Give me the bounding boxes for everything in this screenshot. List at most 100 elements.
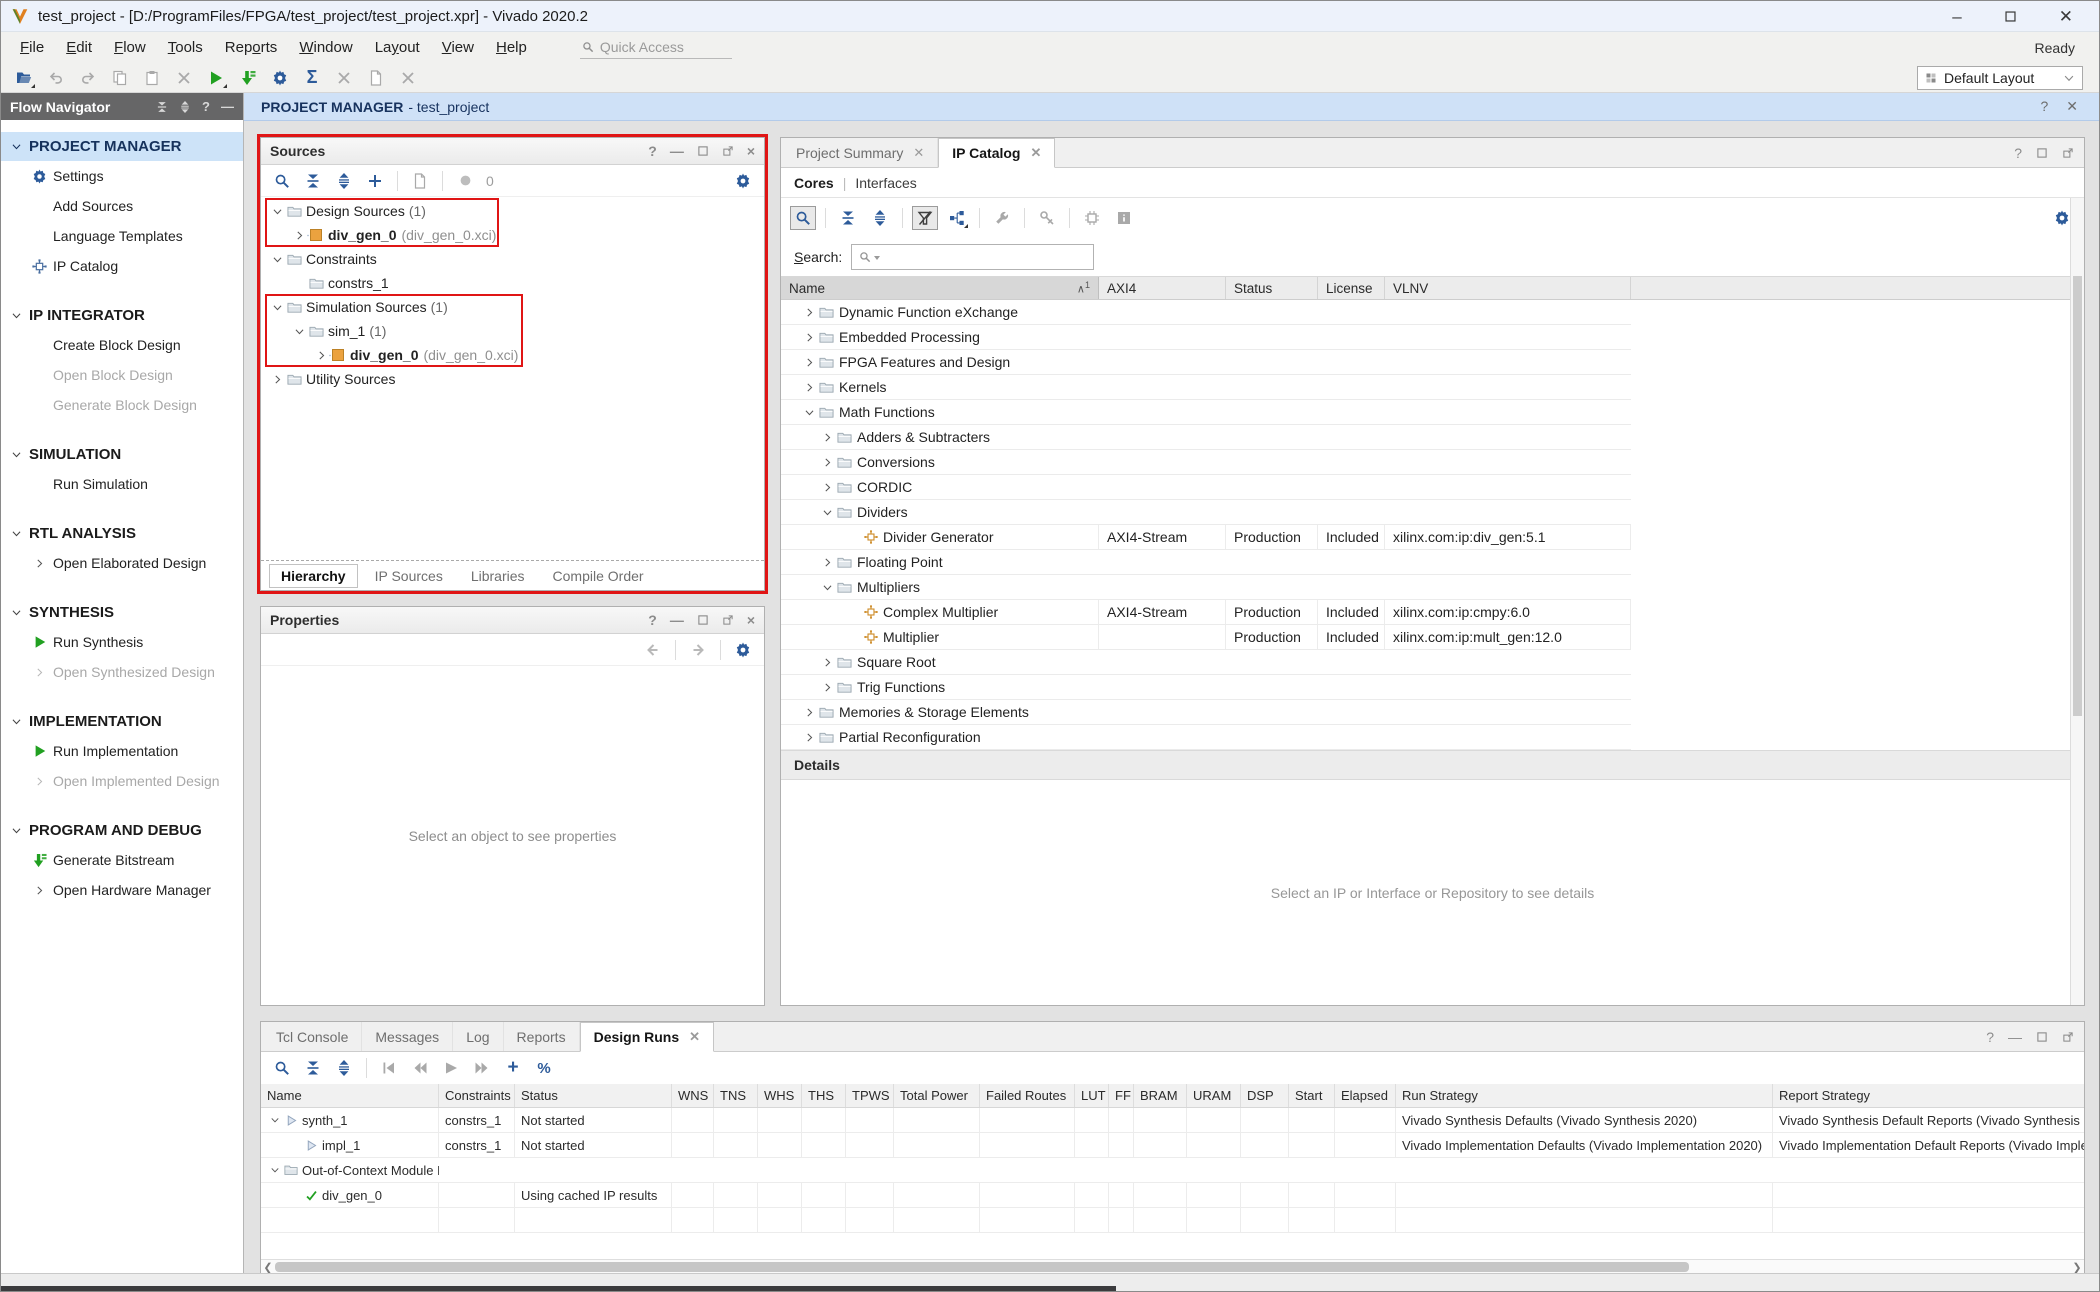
minimize-icon[interactable]: — [2008,1029,2022,1045]
sidebar-section-program-and-debug[interactable]: PROGRAM AND DEBUG [1,816,243,845]
chevron-right-icon[interactable] [291,228,307,242]
column-header-failed-routes[interactable]: Failed Routes [980,1084,1075,1107]
search-button[interactable] [270,170,294,192]
minimize-icon[interactable]: — [670,612,684,628]
paste-button[interactable] [139,66,165,90]
column-header-ths[interactable]: THS [802,1084,846,1107]
close-icon[interactable]: × [747,612,755,628]
menu-flow[interactable]: Flow [103,39,157,56]
sidebar-item-run-implementation[interactable]: Run Implementation [1,736,243,766]
maximize-icon[interactable] [2036,147,2048,159]
column-header-bram[interactable]: BRAM [1134,1084,1187,1107]
help-icon[interactable]: ? [648,143,657,159]
scroll-left-icon[interactable]: ❮ [261,1261,275,1274]
chevron-down-icon[interactable] [269,204,285,218]
float-icon[interactable] [722,614,734,626]
open-project-button[interactable] [11,66,37,90]
float-icon[interactable] [2062,1031,2074,1043]
catalog-row-dynamic-function-exchange[interactable]: Dynamic Function eXchange [781,300,1631,325]
sidebar-item-settings[interactable]: Settings [1,161,243,191]
tab-design-runs[interactable]: Design Runs✕ [580,1022,714,1052]
column-header-tpws[interactable]: TPWS [846,1084,894,1107]
source-item-simulation-sources[interactable]: Simulation Sources (1) [261,295,764,319]
source-item-utility-sources[interactable]: Utility Sources [261,367,764,391]
tab-reports[interactable]: Reports [504,1022,580,1051]
chevron-right-icon[interactable] [313,348,329,362]
sidebar-item-open-implemented-design[interactable]: Open Implemented Design [1,766,243,796]
close-icon[interactable]: ✕ [689,1029,700,1045]
catalog-row-dividers[interactable]: Dividers [781,500,1631,525]
catalog-row-fpga-features-and-design[interactable]: FPGA Features and Design [781,350,1631,375]
sidebar-section-synthesis[interactable]: SYNTHESIS [1,598,243,627]
panel-settings-button[interactable] [731,170,755,192]
chevron-down-icon[interactable] [269,252,285,266]
run-row-synth-1[interactable]: synth_1constrs_1Not startedVivado Synthe… [261,1108,2084,1133]
sidebar-item-open-elaborated-design[interactable]: Open Elaborated Design [1,548,243,578]
column-header-status[interactable]: Status [515,1084,672,1107]
column-header-wns[interactable]: WNS [672,1084,714,1107]
catalog-row-kernels[interactable]: Kernels [781,375,1631,400]
license-button[interactable] [1034,206,1060,230]
menu-reports[interactable]: Reports [214,39,289,56]
back-button[interactable] [641,639,665,661]
column-header-start[interactable]: Start [1289,1084,1335,1107]
tab-ip-catalog[interactable]: IP Catalog ✕ [938,138,1055,168]
sidebar-section-implementation[interactable]: IMPLEMENTATION [1,707,243,736]
sidebar-item-ip-catalog[interactable]: IP Catalog [1,251,243,281]
menu-edit[interactable]: Edit [55,39,103,56]
help-icon[interactable]: ? [2014,145,2022,161]
generate-ip-button[interactable] [1079,206,1105,230]
catalog-row-conversions[interactable]: Conversions [781,450,1631,475]
column-header-tns[interactable]: TNS [714,1084,758,1107]
sidebar-section-simulation[interactable]: SIMULATION [1,440,243,469]
create-run-button[interactable]: + [501,1057,525,1079]
catalog-row-adders-subtracters[interactable]: Adders & Subtracters [781,425,1631,450]
sidebar-section-project-manager[interactable]: PROJECT MANAGER [1,132,243,161]
minimize-icon[interactable]: — [670,143,684,159]
tab-compile-order[interactable]: Compile Order [542,565,655,587]
source-item-constrs-1[interactable]: constrs_1 [261,271,764,295]
copy-button[interactable] [107,66,133,90]
column-header-name[interactable]: Name∧1 [781,277,1099,299]
sidebar-item-generate-bitstream[interactable]: Generate Bitstream [1,845,243,875]
catalog-row-trig-functions[interactable]: Trig Functions [781,675,1631,700]
float-icon[interactable] [722,145,734,157]
window-maximize-icon[interactable] [2004,10,2017,23]
maximize-icon[interactable] [2036,1031,2048,1043]
source-item-design-sources[interactable]: Design Sources (1) [261,199,764,223]
panel-settings-button[interactable] [731,639,755,661]
tab-libraries[interactable]: Libraries [460,565,536,587]
catalog-row-square-root[interactable]: Square Root [781,650,1631,675]
column-header-whs[interactable]: WHS [758,1084,802,1107]
report-sum-button[interactable]: Σ [299,66,325,90]
expand-all-button[interactable] [867,206,893,230]
tab-tcl-console[interactable]: Tcl Console [263,1022,362,1051]
tab-hierarchy[interactable]: Hierarchy [269,564,358,588]
column-header-lut[interactable]: LUT [1075,1084,1109,1107]
catalog-row-complex-multiplier[interactable]: Complex Multiplier AXI4-Stream Productio… [781,600,1631,625]
cores-view-link[interactable]: Cores [794,175,834,191]
run-row-out-of-context-module-runs[interactable]: Out-of-Context Module Runs [261,1158,2084,1183]
scroll-right-icon[interactable]: ❯ [2070,1261,2084,1274]
source-item-div-gen-0[interactable]: div_gen_0 (div_gen_0.xci) [261,223,764,247]
help-icon[interactable]: ? [1986,1029,1994,1045]
menu-file[interactable]: File [9,39,55,56]
sidebar-item-language-templates[interactable]: Language Templates [1,221,243,251]
help-icon[interactable]: ? [202,99,210,114]
run-row-div-gen-0[interactable]: div_gen_0Using cached IP results [261,1183,2084,1208]
tab-log[interactable]: Log [453,1022,503,1051]
window-close-icon[interactable]: ✕ [2059,8,2073,25]
tab-ip-sources[interactable]: IP Sources [364,565,454,587]
settings-button[interactable] [267,66,293,90]
column-header-report-strategy[interactable]: Report Strategy [1773,1084,2084,1107]
column-header-constraints[interactable]: Constraints [439,1084,515,1107]
column-header-vlnv[interactable]: VLNV [1385,277,1631,299]
source-item-div-gen-0[interactable]: div_gen_0 (div_gen_0.xci) [261,343,764,367]
close-icon[interactable]: ✕ [913,145,924,161]
report-ip-status-button[interactable] [408,170,432,192]
sidebar-item-add-sources[interactable]: Add Sources [1,191,243,221]
sidebar-item-run-simulation[interactable]: Run Simulation [1,469,243,499]
run-button[interactable] [203,66,229,90]
column-header-run-strategy[interactable]: Run Strategy [1396,1084,1773,1107]
menu-help[interactable]: Help [485,39,538,56]
